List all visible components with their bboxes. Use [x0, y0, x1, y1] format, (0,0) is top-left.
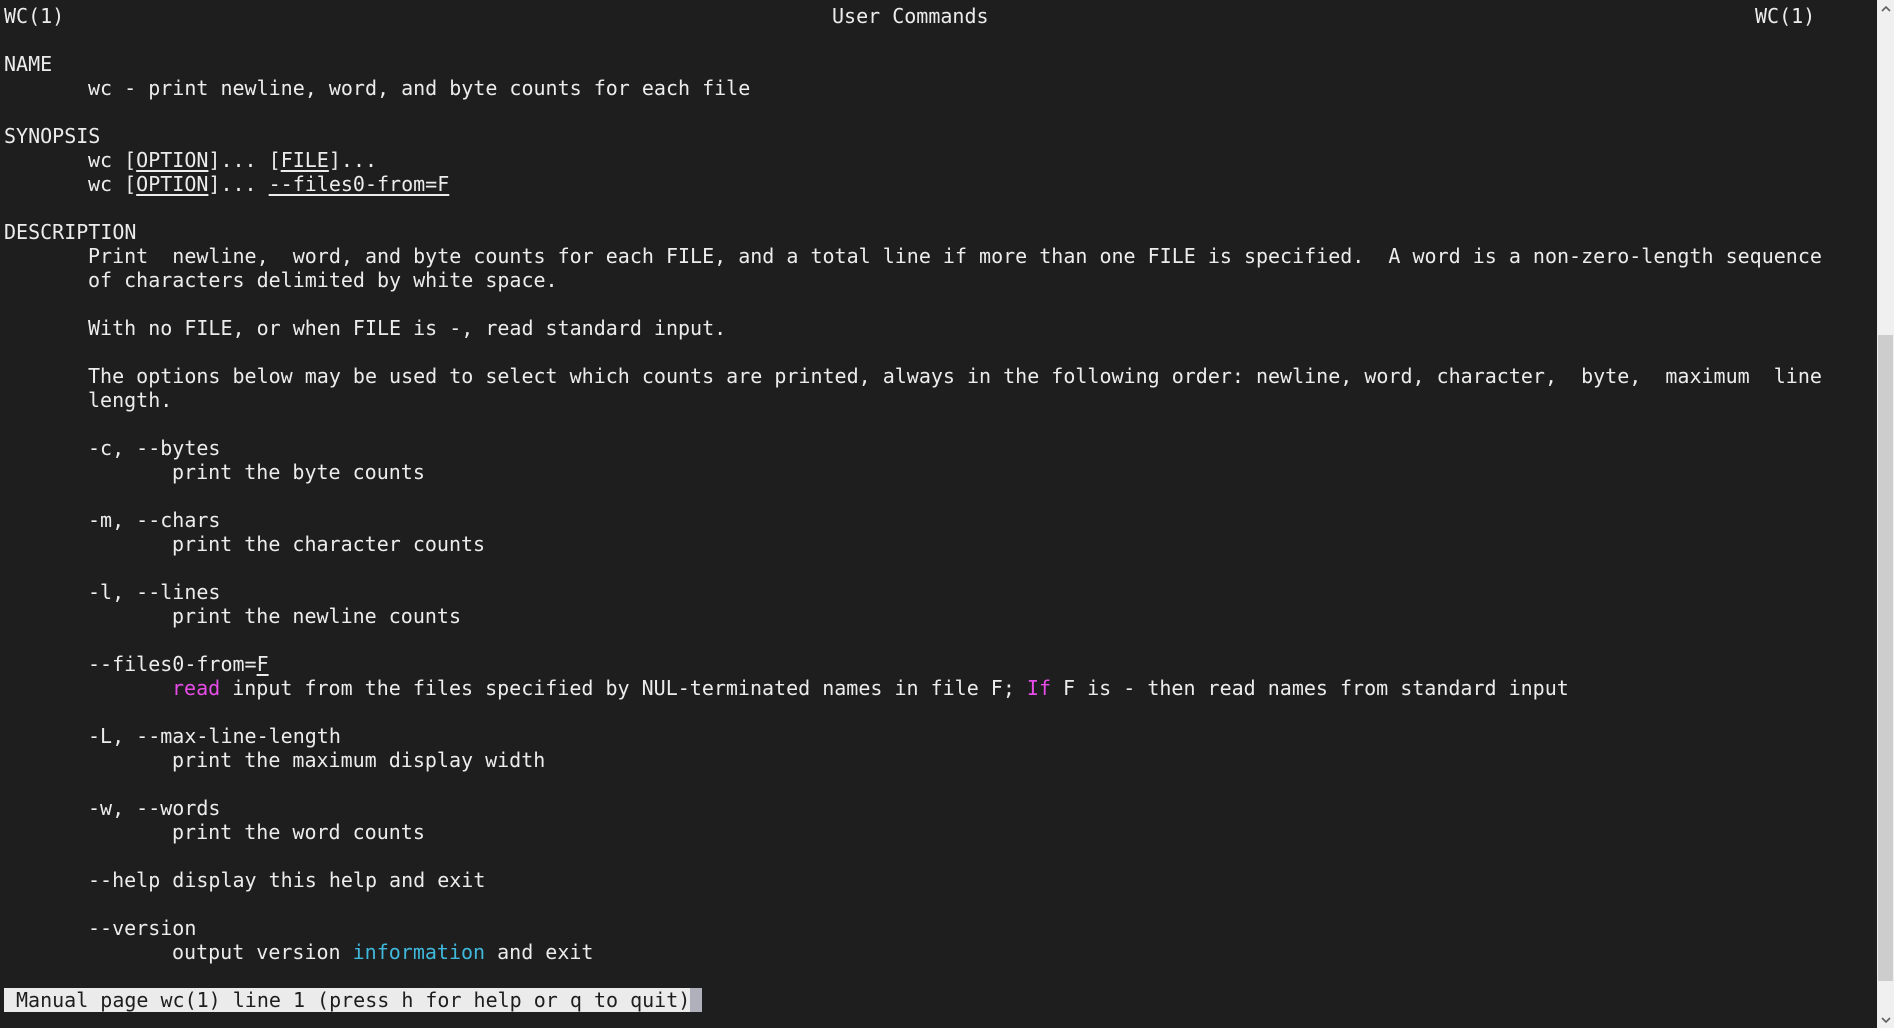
synopsis-cmd: wc — [88, 148, 125, 172]
option-lines-flag: -l, --lines — [88, 580, 221, 604]
description-para1-line1: Print newline, word, and byte counts for… — [88, 244, 1822, 268]
synopsis-arg-files0-from: --files0-from=F — [268, 172, 450, 196]
chevron-up-icon — [1880, 5, 1891, 12]
desc-text: F is - then read names from standard inp… — [1051, 676, 1569, 700]
section-heading-synopsis: SYNOPSIS — [4, 124, 101, 148]
bracket: [ — [124, 172, 137, 196]
bracket: ]... — [208, 148, 269, 172]
header-right: WC(1) — [1755, 4, 1816, 28]
option-words-flag: -w, --words — [88, 796, 221, 820]
synopsis-line-2: wc [OPTION]... --files0-from=F — [88, 172, 449, 196]
bracket: ]... — [328, 148, 378, 172]
status-text: Manual page wc(1) line 1 (press h for he… — [16, 988, 691, 1012]
synopsis-arg-option: OPTION — [136, 148, 209, 172]
desc-text: and exit — [485, 940, 594, 964]
option-version-desc: output version information and exit — [172, 940, 593, 964]
section-heading-name: NAME — [4, 52, 53, 76]
synopsis-arg-option: OPTION — [136, 172, 209, 196]
section-heading-description: DESCRIPTION — [4, 220, 137, 244]
bracket: [ — [124, 148, 137, 172]
option-chars-flag: -m, --chars — [88, 508, 221, 532]
header-center: User Commands — [832, 4, 989, 28]
chevron-down-icon — [1880, 1016, 1891, 1023]
scroll-down-button[interactable] — [1877, 1011, 1894, 1028]
option-files0-from-flag: --files0-from=F — [88, 652, 269, 676]
option-lines-desc: print the newline counts — [172, 604, 461, 628]
terminal-window[interactable]: WC(1) User Commands WC(1) NAME wc - prin… — [0, 0, 1877, 1028]
synopsis-arg-file: FILE — [280, 148, 329, 172]
option-bytes-flag: -c, --bytes — [88, 436, 221, 460]
description-para2: With no FILE, or when FILE is -, read st… — [88, 316, 727, 340]
flag-prefix: --files0-from= — [88, 652, 257, 676]
bracket: [ — [268, 148, 281, 172]
pager-status-bar: Manual page wc(1) line 1 (press h for he… — [4, 988, 703, 1012]
option-chars-desc: print the character counts — [172, 532, 486, 556]
description-para1-line2: of characters delimited by white space. — [88, 268, 558, 292]
scrollbar-thumb[interactable] — [1878, 335, 1893, 981]
option-files0-from-desc: read input from the files specified by N… — [172, 676, 1569, 700]
highlight-if: If — [1026, 676, 1052, 700]
highlight-read: read — [172, 676, 221, 700]
option-max-line-length-flag: -L, --max-line-length — [88, 724, 341, 748]
desc-text: output version — [172, 940, 353, 964]
highlight-information: information — [352, 940, 486, 964]
flag-arg: F — [256, 652, 269, 676]
description-para3-line1: The options below may be used to select … — [88, 364, 1822, 388]
description-para3-line2: length. — [88, 388, 173, 412]
option-words-desc: print the word counts — [172, 820, 425, 844]
scroll-up-button[interactable] — [1877, 0, 1894, 17]
name-text: wc - print newline, word, and byte count… — [88, 76, 751, 100]
header-left: WC(1) — [4, 4, 65, 28]
text-cursor — [690, 988, 703, 1012]
option-max-line-length-desc: print the maximum display width — [172, 748, 546, 772]
option-version-flag: --version — [88, 916, 197, 940]
synopsis-line-1: wc [OPTION]... [FILE]... — [88, 148, 377, 172]
bracket: ]... — [208, 172, 269, 196]
option-help: --help display this help and exit — [88, 868, 486, 892]
desc-text: input from the files specified by NUL-te… — [220, 676, 1027, 700]
option-bytes-desc: print the byte counts — [172, 460, 425, 484]
vertical-scrollbar[interactable] — [1877, 0, 1894, 1028]
synopsis-cmd: wc — [88, 172, 125, 196]
